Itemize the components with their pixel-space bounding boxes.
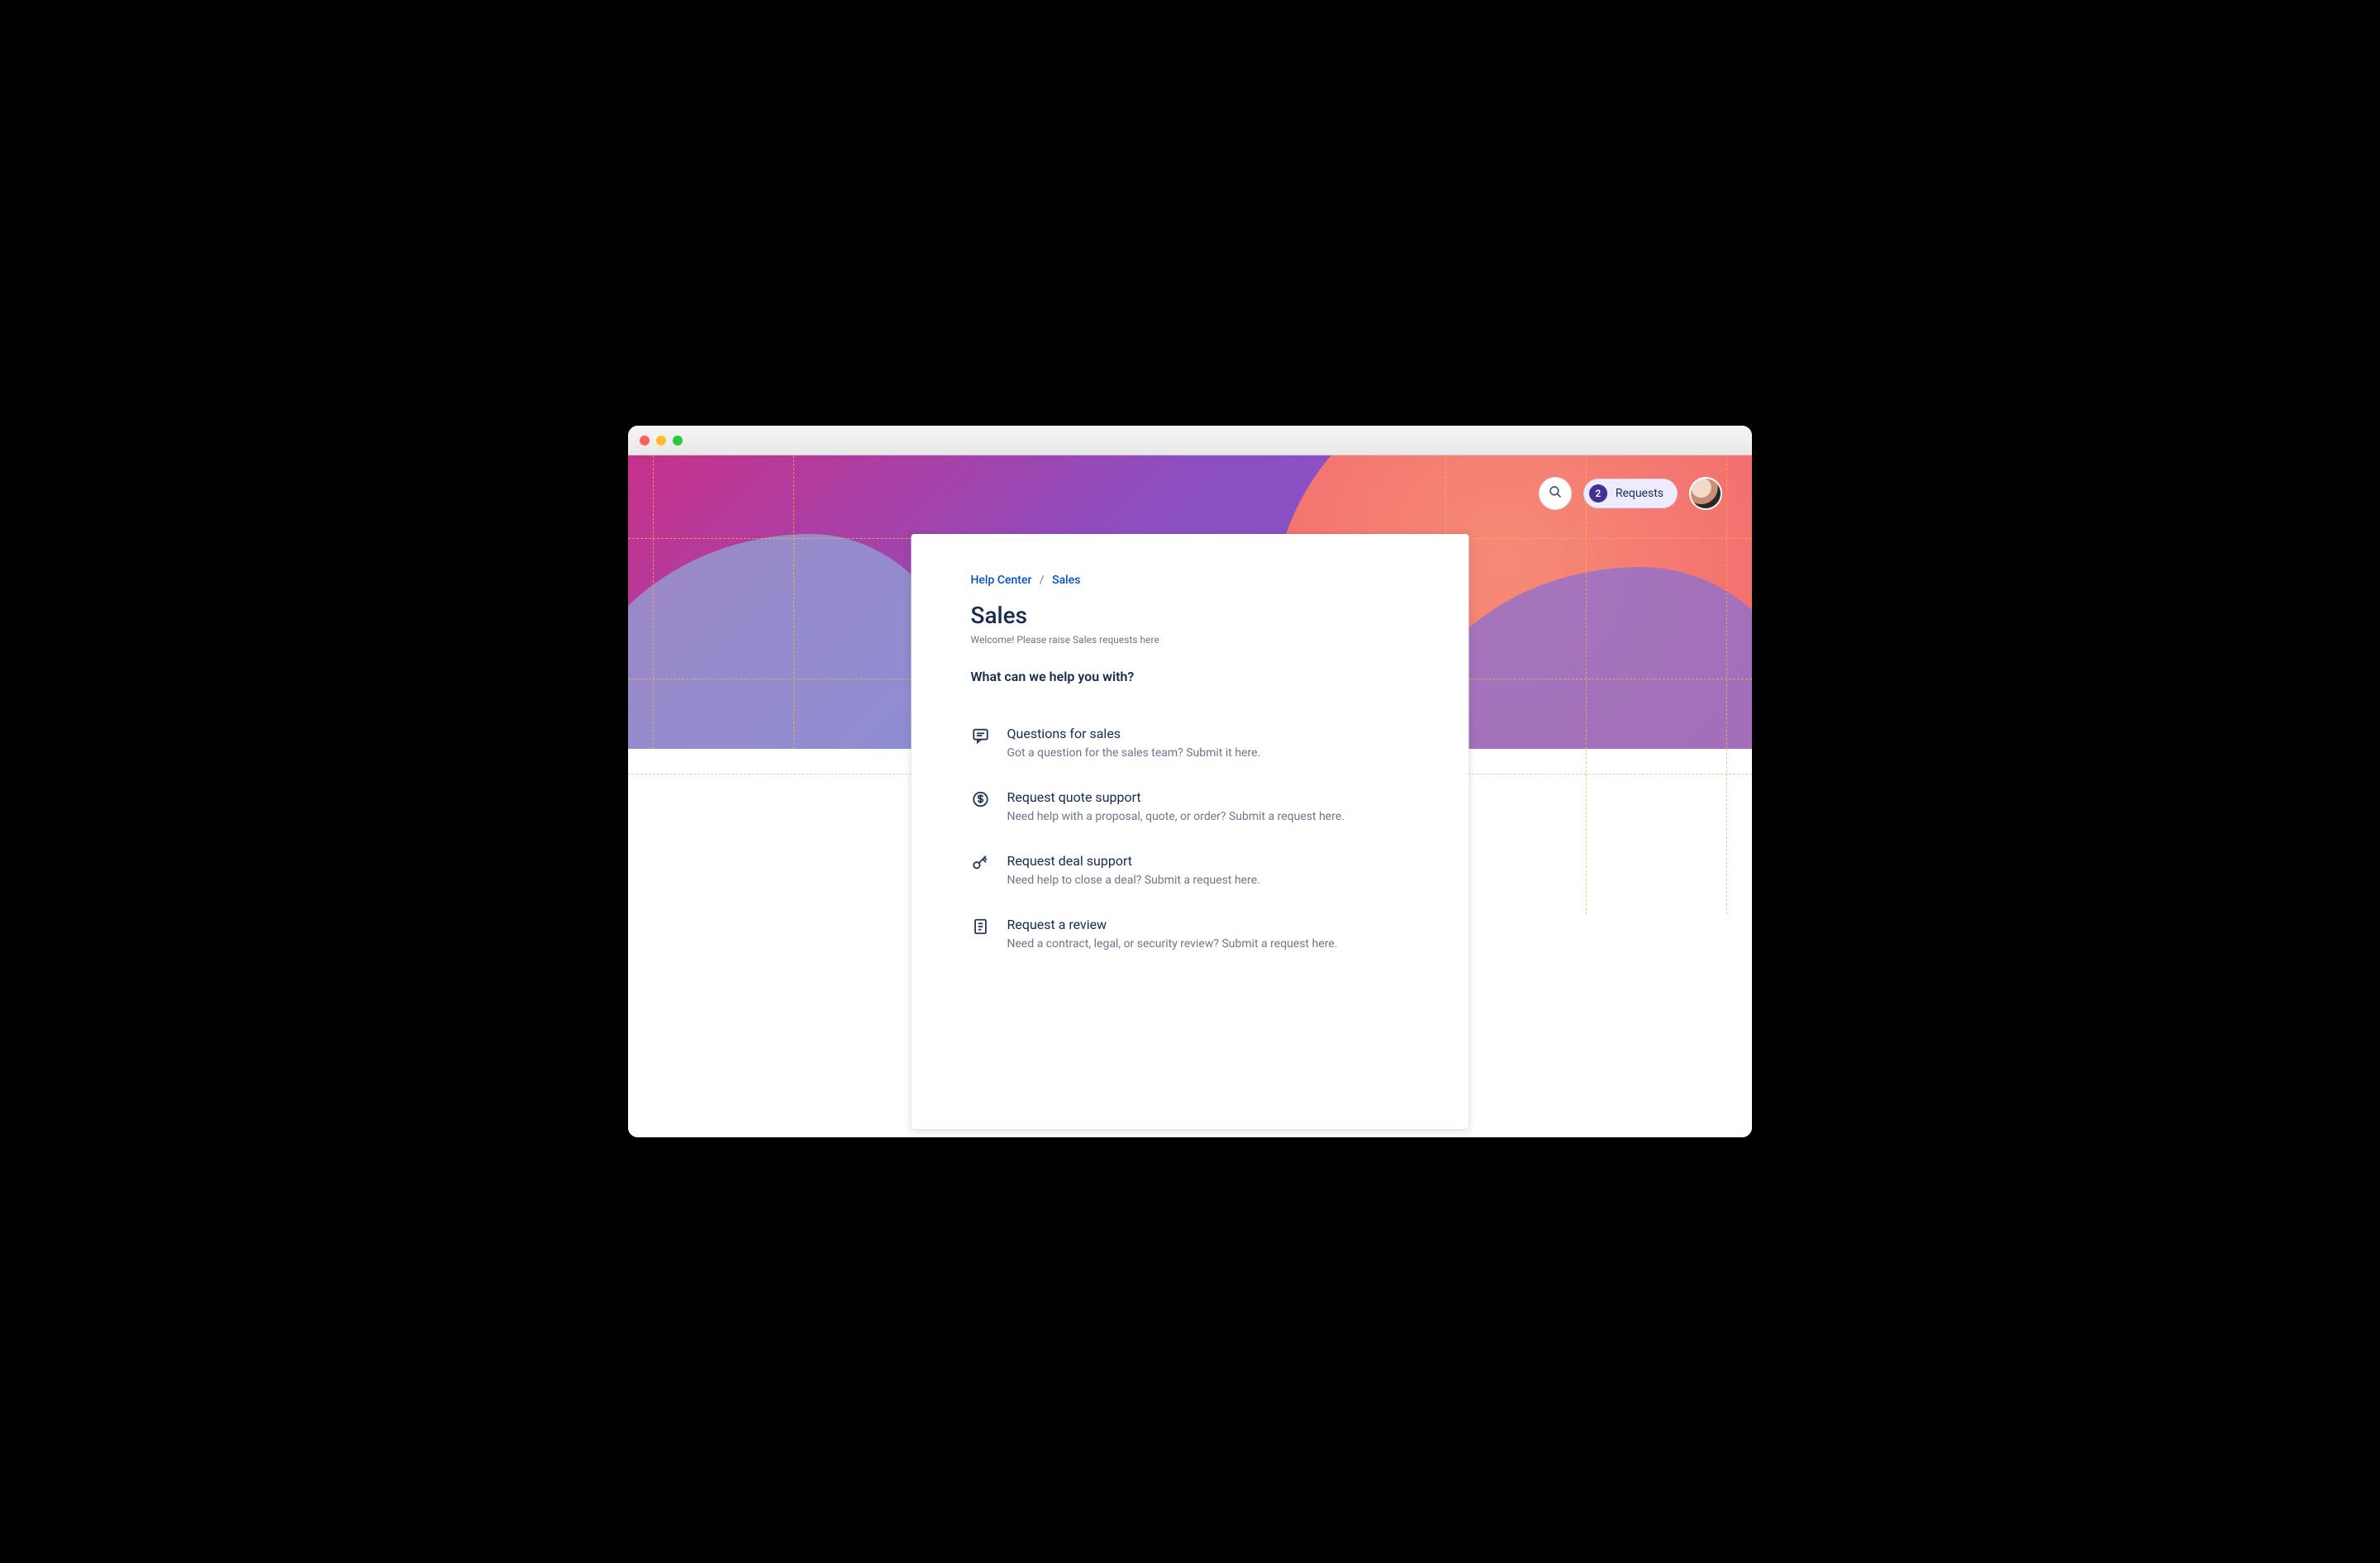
dollar-icon [971,790,991,810]
top-actions: 2 Requests [1539,477,1722,510]
requests-button[interactable]: 2 Requests [1583,479,1678,508]
requests-label: Requests [1616,487,1664,500]
portal-card: Help Center / Sales Sales Welcome! Pleas… [912,534,1469,1129]
breadcrumb-current-link[interactable]: Sales [1052,574,1080,587]
help-prompt: What can we help you with? [971,669,1410,684]
request-type-desc: Got a question for the sales team? Submi… [1007,746,1261,760]
search-icon [1548,484,1563,503]
window-maximize-button[interactable] [673,436,683,446]
window-minimize-button[interactable] [656,436,666,446]
request-type-desc: Need help to close a deal? Submit a requ… [1007,874,1260,887]
window-titlebar [628,426,1752,455]
request-type-title: Request quote support [1007,789,1345,805]
search-button[interactable] [1539,477,1572,510]
request-type-deal[interactable]: Request deal support Need help to close … [971,853,1410,887]
browser-window: 2 Requests Help Center / Sales Sales Wel… [628,426,1752,1137]
window-close-button[interactable] [640,436,650,446]
request-type-desc: Need help with a proposal, quote, or ord… [1007,810,1345,823]
breadcrumb: Help Center / Sales [971,574,1410,587]
request-type-title: Request a review [1007,917,1338,932]
request-type-title: Questions for sales [1007,726,1261,741]
request-type-review[interactable]: Request a review Need a contract, legal,… [971,917,1410,951]
request-type-title: Request deal support [1007,853,1260,869]
page-title: Sales [971,602,1410,629]
breadcrumb-root-link[interactable]: Help Center [971,574,1032,587]
request-type-quote[interactable]: Request quote support Need help with a p… [971,789,1410,823]
page-subtitle: Welcome! Please raise Sales requests her… [971,634,1410,646]
request-type-questions[interactable]: Questions for sales Got a question for t… [971,726,1410,760]
user-avatar[interactable] [1689,477,1722,510]
key-icon [971,854,991,874]
comment-icon [971,727,991,746]
document-icon [971,917,991,937]
breadcrumb-separator: / [1040,574,1045,587]
requests-count-badge: 2 [1589,484,1607,503]
request-type-desc: Need a contract, legal, or security revi… [1007,937,1338,951]
